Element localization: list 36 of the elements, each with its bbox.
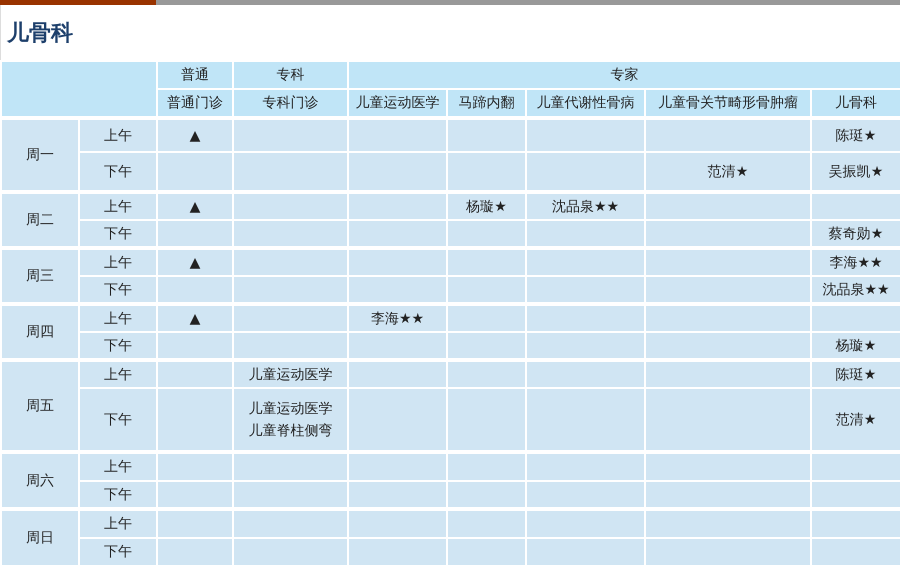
schedule-cell: 沈品泉★★ <box>526 192 645 220</box>
schedule-cell: ▲ <box>157 118 233 152</box>
time-cell: 上午 <box>79 360 157 388</box>
schedule-cell: 范清★ <box>811 388 900 452</box>
day-cell: 周日 <box>1 509 79 566</box>
group-header: 专家 <box>348 61 900 89</box>
day-cell: 周一 <box>1 118 79 192</box>
schedule-cell: 陈珽★ <box>811 118 900 152</box>
day-cell: 周六 <box>1 452 79 509</box>
day-cell: 周四 <box>1 304 79 360</box>
schedule-cell: ▲ <box>157 304 233 332</box>
schedule-cell: 李海★★ <box>811 248 900 276</box>
time-cell: 上午 <box>79 304 157 332</box>
schedule-cell: 杨璇★ <box>447 192 526 220</box>
schedule-cell: ▲ <box>157 192 233 220</box>
schedule-cell: ▲ <box>157 248 233 276</box>
schedule-cell: 陈珽★ <box>811 360 900 388</box>
schedule-cell: 儿童运动医学 儿童脊柱侧弯 <box>233 388 348 452</box>
schedule-cell: 范清★ <box>645 152 811 192</box>
schedule-cell: 儿童运动医学 <box>233 360 348 388</box>
schedule-cell: 李海★★ <box>348 304 447 332</box>
page-title: 儿骨科 <box>7 20 73 48</box>
schedule-cell: 吴振凯★ <box>811 152 900 192</box>
time-cell: 上午 <box>79 118 157 152</box>
time-cell: 上午 <box>79 509 157 538</box>
time-cell: 下午 <box>79 538 157 566</box>
time-cell: 上午 <box>79 248 157 276</box>
day-cell: 周五 <box>1 360 79 452</box>
day-cell: 周三 <box>1 248 79 304</box>
time-cell: 上午 <box>79 192 157 220</box>
group-header: 专科 <box>233 61 348 89</box>
time-cell: 上午 <box>79 452 157 481</box>
time-cell: 下午 <box>79 388 157 452</box>
time-cell: 下午 <box>79 152 157 192</box>
group-header: 普通 <box>157 61 233 89</box>
day-cell: 周二 <box>1 192 79 248</box>
